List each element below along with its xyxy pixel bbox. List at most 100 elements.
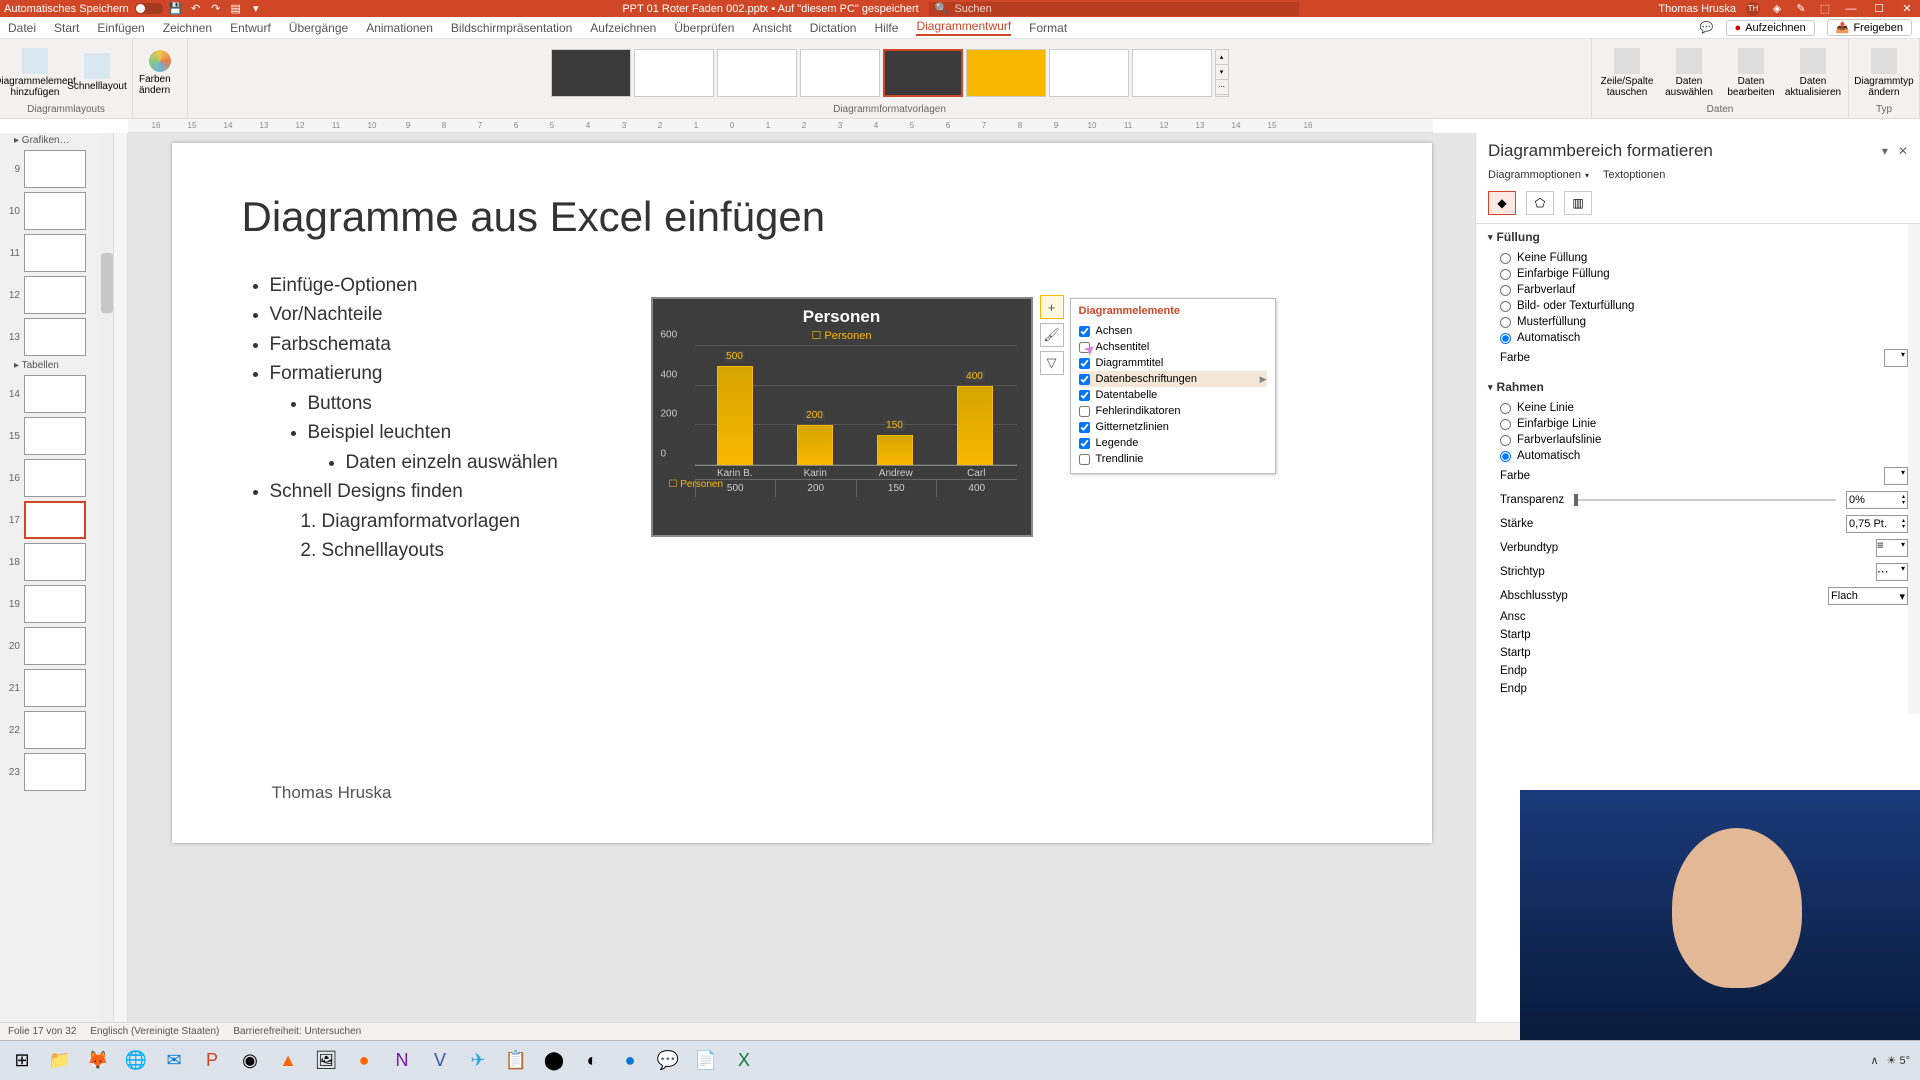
thumbnail-slide-13[interactable]: 13: [0, 316, 113, 358]
tab-einfügen[interactable]: Einfügen: [97, 21, 144, 35]
powerpoint-icon[interactable]: P: [194, 1043, 230, 1079]
flyout-item-datenbeschriftungen[interactable]: Datenbeschriftungen▶: [1079, 371, 1267, 387]
tab-dictation[interactable]: Dictation: [810, 21, 857, 35]
border-section[interactable]: Rahmen: [1488, 380, 1908, 394]
tab-diagrammentwurf[interactable]: Diagrammentwurf: [916, 19, 1011, 36]
thumbnail-slide-21[interactable]: 21: [0, 667, 113, 709]
dash-select[interactable]: ⋯: [1876, 563, 1908, 581]
thumbnail-slide-9[interactable]: 9: [0, 148, 113, 190]
fill-option[interactable]: Automatisch: [1488, 330, 1908, 346]
transparency-slider[interactable]: [1574, 499, 1836, 501]
tab-bildschirmpräsentation[interactable]: Bildschirmpräsentation: [451, 21, 572, 35]
chart-filter-button[interactable]: ▽: [1040, 351, 1064, 375]
compound-select[interactable]: ≡: [1876, 539, 1908, 557]
visio-icon[interactable]: V: [422, 1043, 458, 1079]
change-chart-type-button[interactable]: Diagrammtyp ändern: [1855, 43, 1913, 103]
app-icon[interactable]: 📄: [688, 1043, 724, 1079]
slide-thumbnails[interactable]: ▸ Grafiken…910111213▸ Tabellen1415161718…: [0, 133, 114, 1022]
text-options-tab[interactable]: Textoptionen: [1603, 169, 1665, 181]
firefox-icon[interactable]: 🦊: [80, 1043, 116, 1079]
slide-counter[interactable]: Folie 17 von 32: [8, 1026, 76, 1037]
record-button[interactable]: ●Aufzeichnen: [1726, 20, 1815, 36]
chart-options-tab[interactable]: Diagrammoptionen ▾: [1488, 169, 1589, 181]
app-icon[interactable]: 🖼: [308, 1043, 344, 1079]
fill-option[interactable]: Einfarbige Füllung: [1488, 266, 1908, 282]
tab-hilfe[interactable]: Hilfe: [874, 21, 898, 35]
switch-row-col-button[interactable]: Zeile/Spalte tauschen: [1598, 43, 1656, 103]
close-button[interactable]: ✕: [1898, 0, 1916, 17]
add-chart-element-button[interactable]: Diagrammelement hinzufügen: [6, 43, 64, 103]
app-icon[interactable]: ◐: [574, 1043, 610, 1079]
style-thumb[interactable]: [1049, 49, 1129, 97]
border-option[interactable]: Keine Linie: [1488, 400, 1908, 416]
excel-icon[interactable]: X: [726, 1043, 762, 1079]
fill-option[interactable]: Musterfüllung: [1488, 314, 1908, 330]
vlc-icon[interactable]: ▲: [270, 1043, 306, 1079]
tab-datei[interactable]: Datei: [8, 21, 36, 35]
style-thumb[interactable]: [551, 49, 631, 97]
pane-scrollbar[interactable]: [1908, 224, 1920, 714]
obs-icon[interactable]: ⬤: [536, 1043, 572, 1079]
border-option[interactable]: Automatisch: [1488, 448, 1908, 464]
flyout-item-fehlerindikatoren[interactable]: Fehlerindikatoren: [1079, 403, 1267, 419]
effects-tab[interactable]: ⬠: [1526, 191, 1554, 215]
minimize-button[interactable]: —: [1842, 0, 1860, 17]
style-thumb[interactable]: [800, 49, 880, 97]
flyout-item-achsentitel[interactable]: Achsentitel: [1079, 339, 1267, 355]
system-tray[interactable]: ∧ ☀ 5°: [1870, 1054, 1916, 1067]
flyout-item-datentabelle[interactable]: Datentabelle: [1079, 387, 1267, 403]
tab-format[interactable]: Format: [1029, 21, 1067, 35]
style-thumb-selected[interactable]: [883, 49, 963, 97]
size-tab[interactable]: ▥: [1564, 191, 1592, 215]
comments-icon[interactable]: 💬: [1700, 21, 1714, 35]
width-input[interactable]: 0,75 Pt.▴▾: [1846, 515, 1908, 533]
accessibility-status[interactable]: Barrierefreiheit: Untersuchen: [233, 1026, 361, 1037]
chart-object[interactable]: Personen ☐ Personen 02004006005002001504…: [652, 298, 1032, 536]
style-thumb[interactable]: [717, 49, 797, 97]
fill-section[interactable]: Füllung: [1488, 230, 1908, 244]
change-colors-button[interactable]: Farben ändern: [139, 50, 181, 96]
fill-option[interactable]: Bild- oder Texturfüllung: [1488, 298, 1908, 314]
telegram-icon[interactable]: ✈: [460, 1043, 496, 1079]
tab-aufzeichnen[interactable]: Aufzeichnen: [590, 21, 656, 35]
thumbnail-slide-14[interactable]: 14: [0, 373, 113, 415]
start-button[interactable]: ⊞: [4, 1043, 40, 1079]
maximize-button[interactable]: ☐: [1870, 0, 1888, 17]
thumbnail-slide-16[interactable]: 16: [0, 457, 113, 499]
app-icon[interactable]: 💬: [650, 1043, 686, 1079]
pane-dropdown-icon[interactable]: ▾: [1882, 144, 1888, 158]
qat-more-icon[interactable]: ▾: [249, 2, 263, 16]
language-status[interactable]: Englisch (Vereinigte Staaten): [90, 1026, 219, 1037]
fill-line-tab[interactable]: ◆: [1488, 191, 1516, 215]
style-thumb[interactable]: [634, 49, 714, 97]
flyout-item-gitternetzlinien[interactable]: Gitternetzlinien: [1079, 419, 1267, 435]
search-box[interactable]: 🔍 Suchen: [929, 2, 1299, 16]
user-name[interactable]: Thomas Hruska: [1658, 3, 1736, 15]
flyout-item-legende[interactable]: Legende: [1079, 435, 1267, 451]
outlook-icon[interactable]: ✉: [156, 1043, 192, 1079]
save-icon[interactable]: 💾: [169, 2, 183, 16]
fill-color-picker[interactable]: [1884, 349, 1908, 367]
flyout-item-trendlinie[interactable]: Trendlinie: [1079, 451, 1267, 467]
gallery-expand[interactable]: ▴▾⋯: [1215, 49, 1229, 97]
weather-widget[interactable]: ☀ 5°: [1887, 1054, 1910, 1067]
select-data-button[interactable]: Daten auswählen: [1660, 43, 1718, 103]
tray-expand-icon[interactable]: ∧: [1870, 1054, 1878, 1067]
tab-übergänge[interactable]: Übergänge: [289, 21, 348, 35]
flyout-item-diagrammtitel[interactable]: Diagrammtitel: [1079, 355, 1267, 371]
chrome-icon[interactable]: 🌐: [118, 1043, 154, 1079]
tab-zeichnen[interactable]: Zeichnen: [163, 21, 212, 35]
cap-select[interactable]: Flach▾: [1828, 587, 1908, 605]
tab-ansicht[interactable]: Ansicht: [752, 21, 791, 35]
undo-icon[interactable]: ↶: [189, 2, 203, 16]
chart-styles-gallery[interactable]: ▴▾⋯: [551, 49, 1229, 97]
fill-option[interactable]: Keine Füllung: [1488, 250, 1908, 266]
transparency-input[interactable]: 0%▴▾: [1846, 491, 1908, 509]
app-icon[interactable]: ●: [612, 1043, 648, 1079]
present-icon[interactable]: ▤: [229, 2, 243, 16]
tab-animationen[interactable]: Animationen: [366, 21, 433, 35]
chart-styles-button[interactable]: 🖌: [1040, 323, 1064, 347]
slide-canvas[interactable]: Diagramme aus Excel einfügen Einfüge-Opt…: [128, 133, 1475, 1022]
style-thumb[interactable]: [966, 49, 1046, 97]
thumbnail-slide-22[interactable]: 22: [0, 709, 113, 751]
